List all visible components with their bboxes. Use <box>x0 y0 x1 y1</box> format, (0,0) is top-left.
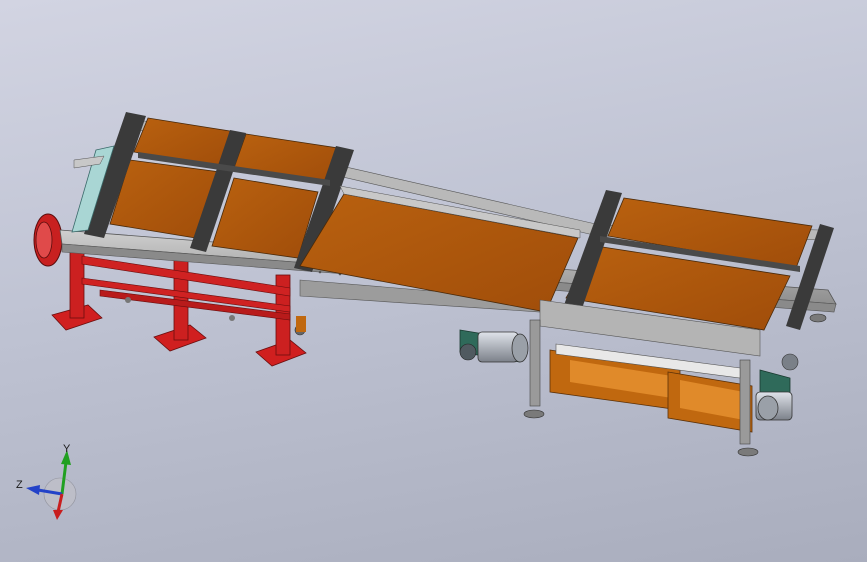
drive-drum-end <box>35 221 53 259</box>
right-plate-group <box>539 190 834 357</box>
drive-motor-center <box>459 329 529 363</box>
coordinate-triad: Y Z <box>16 443 77 520</box>
conveyor-assembly-model[interactable] <box>0 0 867 562</box>
graphics-viewport[interactable]: Y Z <box>0 0 867 562</box>
triad-y-label: Y <box>63 443 71 455</box>
drive-motor-right <box>755 353 799 421</box>
triad-z-label: Z <box>16 479 23 491</box>
